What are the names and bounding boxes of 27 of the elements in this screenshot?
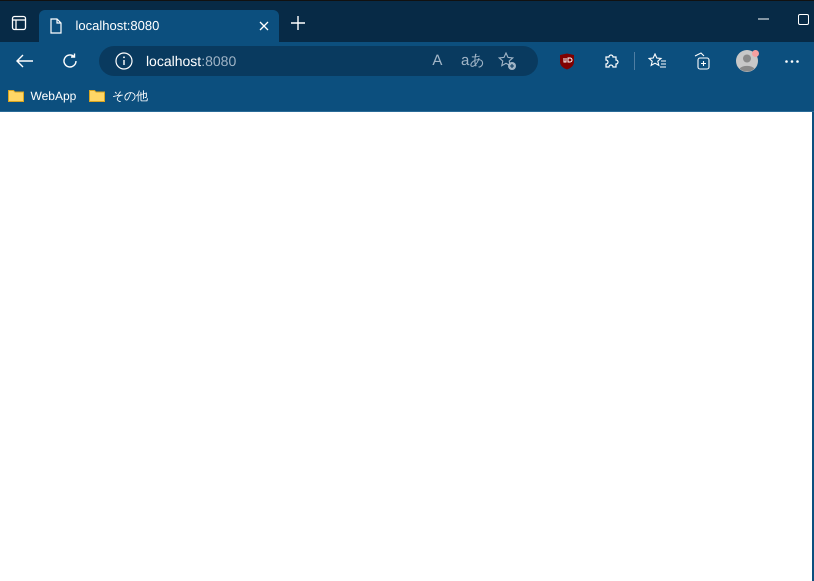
back-icon <box>16 54 34 68</box>
url-text: localhost:8080 <box>146 52 238 70</box>
maximize-icon <box>798 14 809 25</box>
minimize-icon <box>758 18 768 20</box>
page-icon <box>48 18 62 34</box>
translate-button[interactable]: aあ <box>456 46 489 76</box>
address-bar[interactable]: localhost:8080 A aあ <box>98 46 538 76</box>
avatar-icon <box>736 50 758 72</box>
read-aloud-button[interactable]: A <box>421 46 454 76</box>
shield-icon <box>558 52 575 70</box>
bookmark-item[interactable]: WebApp <box>8 86 76 104</box>
puzzle-icon <box>603 52 620 70</box>
tab-title: localhost:8080 <box>76 17 160 36</box>
bookmark-item[interactable]: その他 <box>89 86 148 104</box>
browser-tab[interactable]: localhost:8080 <box>38 10 278 42</box>
tab-actions-icon <box>11 14 28 30</box>
collections-icon <box>693 52 712 70</box>
info-icon <box>114 52 133 70</box>
star-plus-icon <box>498 52 518 70</box>
refresh-icon <box>61 52 80 70</box>
plus-icon <box>290 14 306 30</box>
close-icon[interactable] <box>258 21 268 31</box>
notification-dot <box>752 50 760 57</box>
more-icon <box>785 60 800 62</box>
folder-icon <box>8 89 24 102</box>
star-list-icon <box>648 52 668 70</box>
folder-icon <box>89 89 106 102</box>
